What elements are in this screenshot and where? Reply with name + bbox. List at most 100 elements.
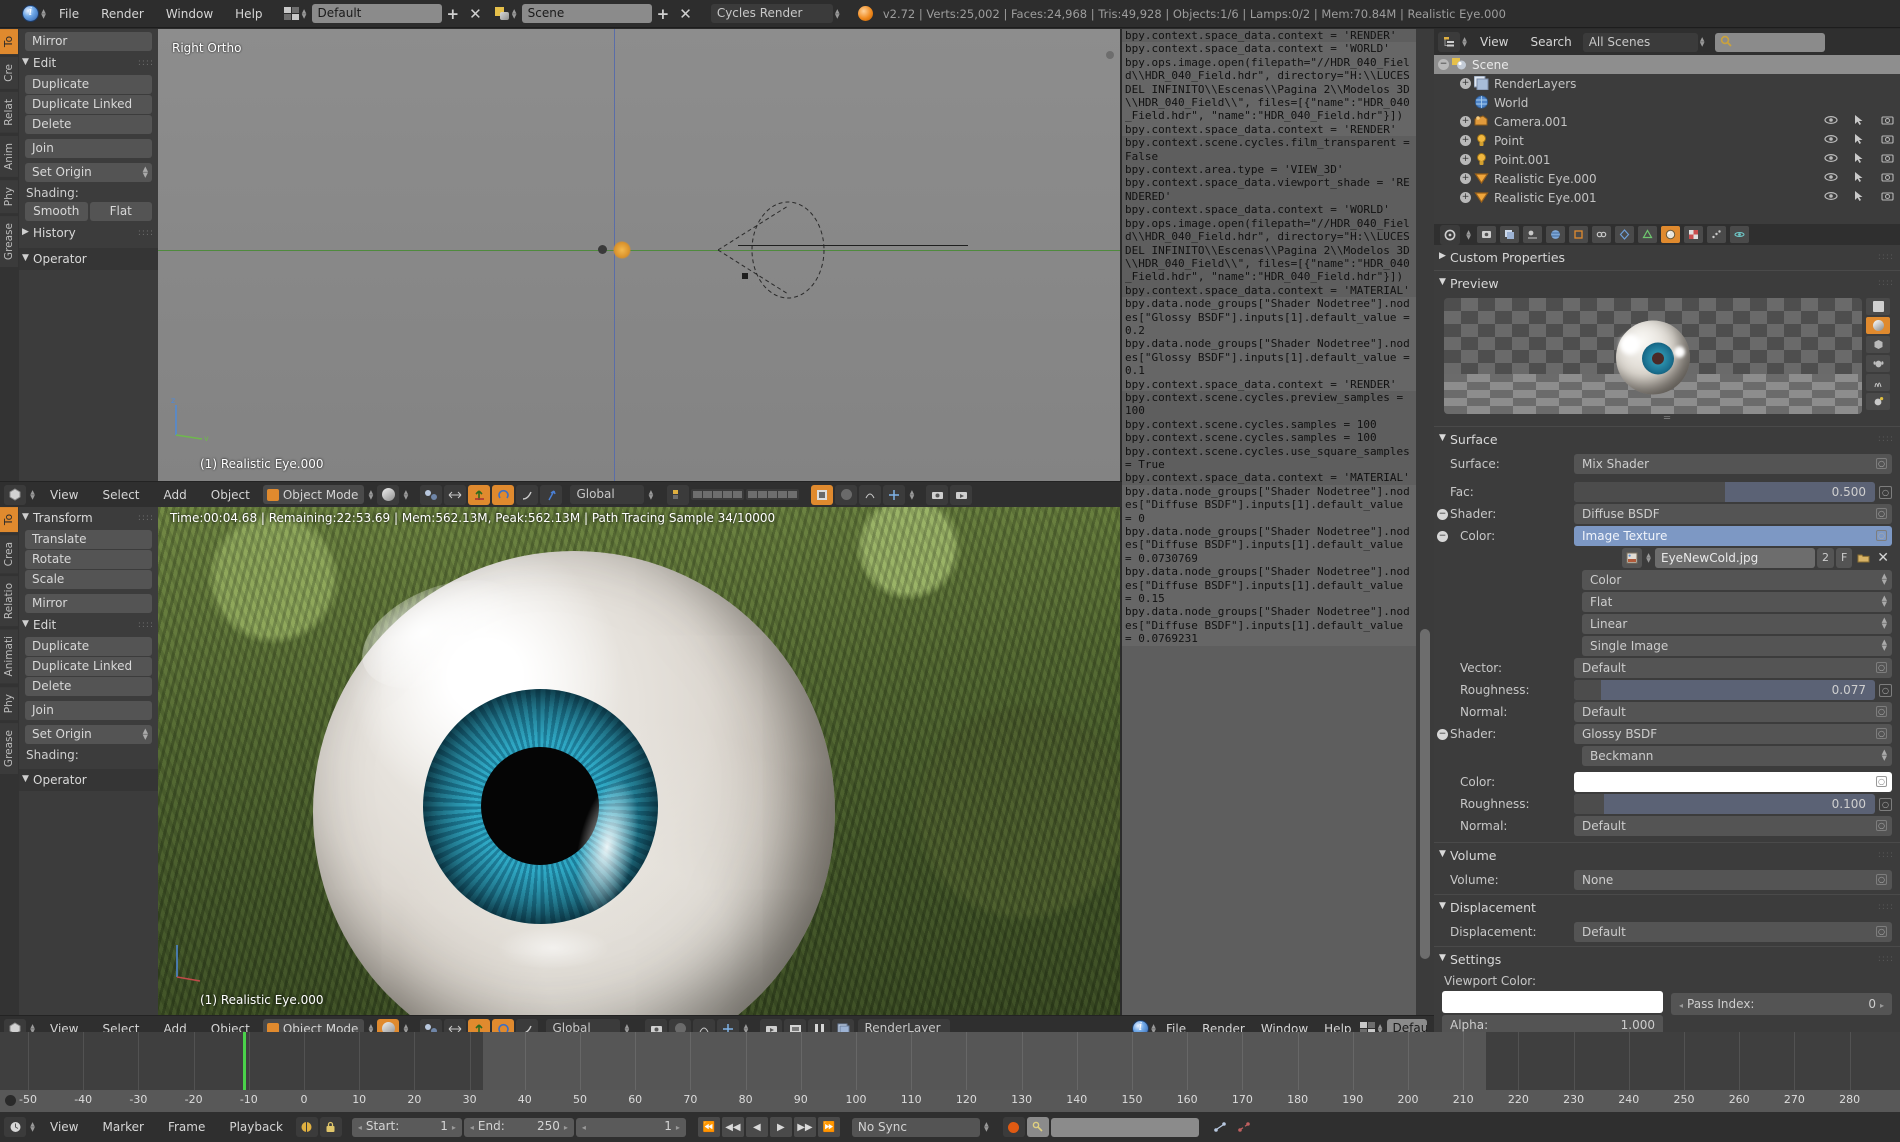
remove-layout-button[interactable]: ✕ (464, 5, 487, 23)
collapse-color-icon[interactable]: − (1437, 531, 1448, 542)
editor-type-3dview-icon[interactable] (4, 485, 26, 505)
set-origin-button-top[interactable]: Set Origin ▲▼ (25, 163, 152, 182)
vp-menu-add-top[interactable]: Add (153, 484, 198, 506)
color-node-select[interactable]: Image Texture ○ (1574, 526, 1892, 546)
properties-editor-spinner[interactable]: ▲▼ (1464, 230, 1473, 240)
snap-magnet-icon[interactable] (883, 485, 905, 505)
preview-flat-icon[interactable] (1866, 298, 1890, 315)
edit-panel-header-top[interactable]: ▼ Edit :::: (19, 52, 158, 74)
opengl-render-anim-icon[interactable] (950, 485, 972, 505)
expand-toggle-icon[interactable]: − (1438, 59, 1449, 70)
vp-menu-view-top[interactable]: View (39, 484, 89, 506)
image-users-count[interactable]: 2 (1817, 548, 1834, 568)
play-reverse-icon[interactable]: ◀ (746, 1117, 768, 1137)
viewport-right-ortho[interactable]: Right Ortho (1) Realistic Eye.000 z y (158, 29, 1120, 481)
preview-sphere-sky-icon[interactable] (1866, 393, 1890, 410)
distribution-select[interactable]: Beckmann ▲▼ (1582, 746, 1892, 766)
roughness2-socket-icon[interactable]: ○ (1879, 798, 1892, 811)
object-tab-icon[interactable] (1569, 226, 1588, 243)
image-fake-user-button[interactable]: F (1836, 548, 1852, 568)
blender-logo-icon[interactable] (22, 5, 39, 22)
vp-menu-select-top[interactable]: Select (91, 484, 150, 506)
console-scrollbar-thumb[interactable] (1420, 629, 1430, 959)
expand-toggle-icon[interactable]: + (1460, 154, 1471, 165)
frame-end-field[interactable]: End: 250 (464, 1118, 574, 1137)
node-socket-icon[interactable]: ○ (1876, 458, 1887, 469)
viewport-shading-icon[interactable] (377, 485, 399, 505)
python-console-report[interactable]: bpy.context.space_data.context = 'RENDER… (1122, 29, 1416, 1029)
transform-panel-header[interactable]: ▼ Transform :::: (19, 507, 158, 529)
outliner-row-point-001[interactable]: +Point.001 (1434, 150, 1900, 169)
roughness1-slider[interactable]: 0.077 (1574, 680, 1875, 700)
unlink-keying-icon[interactable] (1233, 1117, 1255, 1137)
preview-sphere-icon[interactable] (1866, 317, 1890, 334)
menu-help[interactable]: Help (224, 3, 273, 25)
add-scene-button[interactable]: + (652, 5, 675, 23)
settings-section-header[interactable]: ▼ Settings :::: (1434, 947, 1900, 972)
screen-layout-spinner[interactable]: ▲▼ (300, 9, 309, 19)
timeline-menu-frame[interactable]: Frame (157, 1116, 216, 1138)
join-button-bottom[interactable]: Join (25, 701, 152, 720)
timeline-editor[interactable]: -50-40-30-20-100102030405060708090100110… (0, 1032, 1900, 1112)
scene-name-field[interactable]: Scene (522, 4, 652, 23)
outliner-search-box[interactable] (1715, 33, 1825, 52)
expand-toggle-icon[interactable]: + (1460, 78, 1471, 89)
expand-toggle-icon[interactable]: + (1460, 135, 1471, 146)
manipulator-arrow-icon[interactable] (540, 485, 562, 505)
expand-toggle-icon[interactable]: + (1460, 192, 1471, 203)
join-button-top[interactable]: Join (25, 139, 152, 158)
preview-monkey-icon[interactable] (1866, 355, 1890, 372)
tab-create-bottom[interactable]: Crea (0, 535, 18, 573)
render-engine-select[interactable]: Cycles Render (711, 4, 833, 23)
outliner-row-camera-001[interactable]: +Camera.001 (1434, 112, 1900, 131)
material-preview[interactable] (1444, 298, 1892, 414)
editor-type-timeline-icon[interactable] (4, 1117, 26, 1137)
tab-grease-top[interactable]: Grease (0, 216, 18, 267)
current-frame-field[interactable]: 1 (576, 1118, 686, 1137)
pivot-point-icon[interactable] (420, 485, 442, 505)
proportional-edit-icon[interactable] (859, 485, 881, 505)
timeline-editor-spinner[interactable]: ▲▼ (28, 1122, 37, 1132)
outliner-row-scene[interactable]: −Scene (1434, 55, 1900, 74)
visibility-toggle[interactable] (1824, 190, 1838, 205)
jump-start-icon[interactable]: ⏪ (698, 1117, 720, 1137)
fac-socket-icon[interactable]: ○ (1879, 486, 1892, 499)
expand-toggle-icon[interactable]: + (1460, 173, 1471, 184)
selectability-toggle[interactable] (1854, 171, 1865, 186)
tab-physics-bottom[interactable]: Phy (0, 687, 18, 720)
modifiers-tab-icon[interactable] (1615, 226, 1634, 243)
editor-type-outliner-icon[interactable] (1438, 32, 1460, 52)
displacement-section-header[interactable]: ▼ Displacement :::: (1434, 895, 1900, 920)
snap-spinner[interactable]: ▲▼ (907, 490, 916, 500)
play-icon[interactable]: ▶ (770, 1117, 792, 1137)
node-socket-icon[interactable]: ○ (1876, 874, 1887, 885)
node-socket-icon[interactable]: ○ (1876, 926, 1887, 937)
visibility-toggle[interactable] (1824, 152, 1838, 167)
menu-file[interactable]: File (48, 3, 90, 25)
roughness2-slider[interactable]: 0.100 (1574, 794, 1875, 814)
unlink-icon[interactable]: ✕ (1874, 550, 1892, 566)
sync-mode-spinner[interactable]: ▲▼ (982, 1122, 991, 1132)
scene-tab-icon[interactable] (1523, 226, 1542, 243)
image-datablock-icon[interactable] (1622, 548, 1642, 568)
scale-button[interactable]: Scale (25, 570, 152, 589)
tab-relations-bottom[interactable]: Relatio (0, 576, 18, 626)
keying-set-icon[interactable] (1027, 1117, 1049, 1137)
editor-type-spinner[interactable]: ▲▼ (28, 490, 37, 500)
record-icon[interactable] (1003, 1117, 1025, 1137)
vector-select[interactable]: Default ○ (1574, 658, 1892, 678)
image-source-select[interactable]: Single Image ▲▼ (1582, 636, 1892, 656)
layer-buttons-group-1[interactable] (691, 489, 744, 500)
timeline-ruler[interactable]: -50-40-30-20-100102030405060708090100110… (0, 1090, 1900, 1112)
selectability-toggle[interactable] (1854, 133, 1865, 148)
manipulator-toggle-icon[interactable] (444, 485, 466, 505)
render-preview-icon[interactable] (835, 485, 857, 505)
outliner-editor-spinner[interactable]: ▲▼ (1460, 37, 1469, 47)
interpolation-select[interactable]: Flat ▲▼ (1582, 592, 1892, 612)
lock-camera-icon[interactable] (811, 485, 833, 505)
screen-layout-field[interactable]: Default (312, 4, 442, 23)
transform-orientation-select-top[interactable]: Global (570, 485, 644, 504)
preview-section-header[interactable]: ▼ Preview :::: (1434, 271, 1900, 296)
eye-object-origin[interactable] (598, 245, 607, 254)
world-tab-icon[interactable] (1546, 226, 1565, 243)
